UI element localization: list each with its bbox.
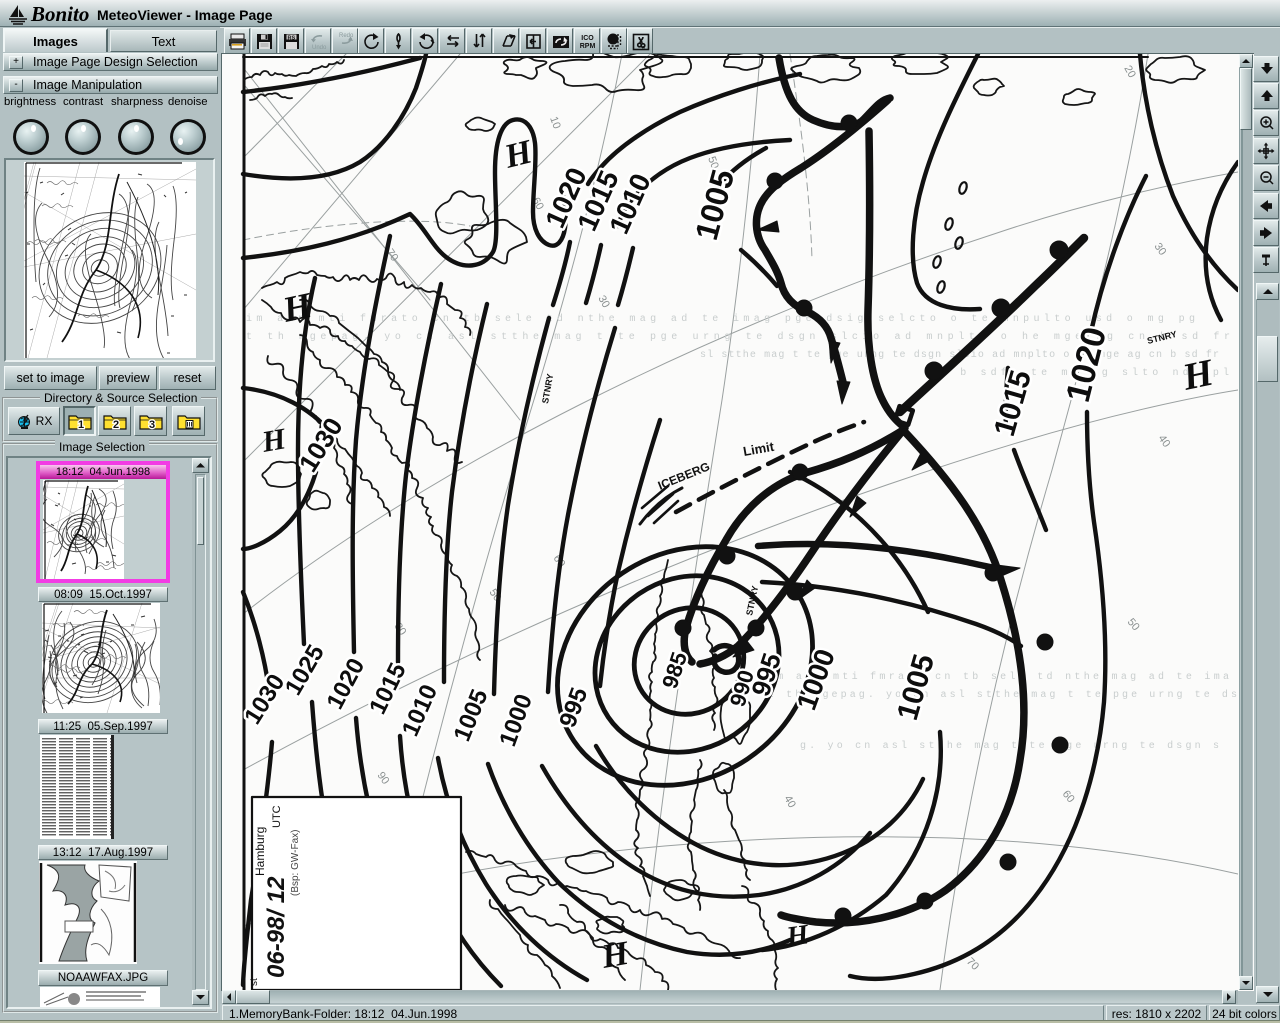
svg-text:1005: 1005 bbox=[891, 651, 941, 724]
svg-text:ICO: ICO bbox=[581, 35, 594, 42]
svg-text:3: 3 bbox=[148, 419, 154, 430]
svg-text:ICEBERG: ICEBERG bbox=[656, 459, 712, 492]
svg-text:(Bsp: GW-Fax): (Bsp: GW-Fax) bbox=[290, 830, 301, 896]
svg-text:1020: 1020 bbox=[321, 654, 370, 714]
svg-text:g. yo cn asl stthe mag t te pg: g. yo cn asl stthe mag t te pge urng te … bbox=[800, 740, 1220, 752]
svg-text:1030: 1030 bbox=[293, 412, 349, 477]
svg-text:H: H bbox=[500, 133, 537, 176]
svg-text:STNRY: STNRY bbox=[540, 373, 555, 404]
svg-text:RPM: RPM bbox=[579, 43, 595, 50]
svg-text:40: 40 bbox=[781, 794, 798, 811]
svg-text:1010: 1010 bbox=[397, 681, 443, 741]
svg-text:H: H bbox=[259, 422, 290, 459]
svg-text:st: st bbox=[249, 978, 260, 986]
svg-text:90: 90 bbox=[375, 770, 392, 787]
svg-text:Hamburg: Hamburg bbox=[253, 827, 267, 876]
svg-text:Limit: Limit bbox=[742, 439, 776, 459]
svg-text:40: 40 bbox=[1156, 433, 1173, 450]
svg-text:t th mgepag. yo cn asl stthe m: t th mgepag. yo cn asl stthe mag t te pg… bbox=[768, 689, 1238, 701]
svg-text:1005: 1005 bbox=[449, 686, 494, 746]
svg-text:im alr mti fmrato cn tb sele t: im alr mti fmrato cn tb sele td nthe mag… bbox=[246, 313, 1196, 325]
svg-text:RS: RS bbox=[287, 35, 295, 41]
svg-text:UTC: UTC bbox=[271, 805, 283, 828]
svg-text:1000: 1000 bbox=[494, 691, 538, 750]
svg-text:06-98/ 12: 06-98/ 12 bbox=[263, 876, 290, 978]
svg-text:o: o bbox=[642, 45, 645, 51]
svg-text:10: 10 bbox=[547, 115, 562, 131]
svg-text:1005: 1005 bbox=[688, 166, 741, 244]
svg-text:30: 30 bbox=[595, 294, 612, 311]
svg-text:20: 20 bbox=[1121, 64, 1138, 81]
svg-text:H: H bbox=[598, 935, 633, 976]
svg-text:30: 30 bbox=[1152, 241, 1169, 258]
svg-text:985: 985 bbox=[657, 649, 692, 692]
svg-text:50: 50 bbox=[1125, 616, 1142, 633]
svg-text:1025: 1025 bbox=[280, 640, 330, 700]
svg-text:995: 995 bbox=[554, 684, 593, 731]
svg-text:2: 2 bbox=[112, 419, 118, 430]
svg-text:im alr mti fmrato cn tb sele t: im alr mti fmrato cn tb sele td nthe mag… bbox=[768, 671, 1230, 683]
svg-text:60: 60 bbox=[1060, 788, 1077, 805]
svg-text:1030: 1030 bbox=[239, 670, 290, 730]
svg-text:Redo: Redo bbox=[339, 33, 354, 39]
svg-text:70: 70 bbox=[964, 956, 981, 973]
svg-text:Undo: Undo bbox=[312, 45, 327, 51]
svg-text:1: 1 bbox=[77, 419, 83, 430]
